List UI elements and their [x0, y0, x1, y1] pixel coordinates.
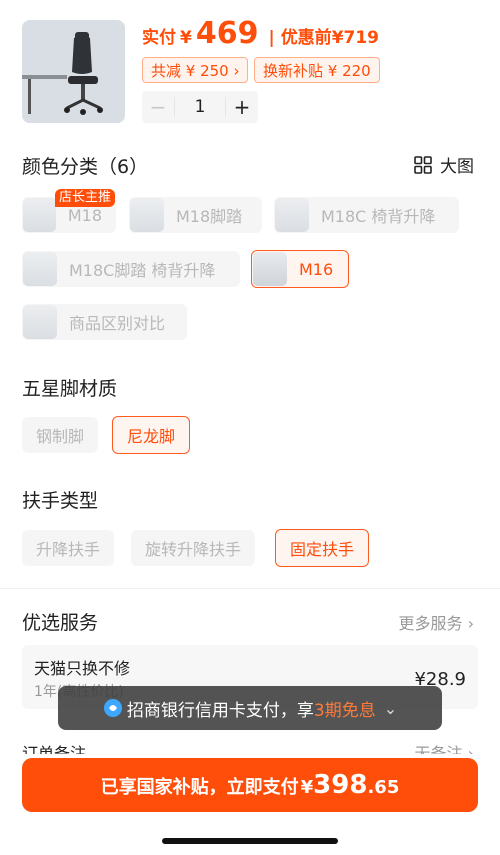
option-label: M16	[299, 259, 334, 279]
quantity-value[interactable]: 1	[174, 97, 226, 117]
store-recommend-badge: 店长主推	[55, 189, 116, 207]
option-label: M18C 椅背升降	[321, 207, 436, 226]
pay-button-label: 已享国家补贴，立即支付	[100, 777, 299, 798]
sku-selector-sheet: 实付 ¥ 469 | 优惠前 ¥719 共减 ¥ 250 › 换新补贴 ¥ 22…	[0, 0, 500, 855]
base-option-selected[interactable]: 尼龙脚	[112, 416, 191, 454]
trade-in-subsidy-text: 换新补贴 ¥ 220	[263, 61, 371, 80]
option-thumbnail	[275, 198, 309, 232]
original-price: ¥719	[331, 28, 380, 48]
armrest-option[interactable]: 升降扶手	[22, 530, 115, 566]
final-price: 469	[195, 16, 259, 51]
order-note-value[interactable]: 无备注 ›	[415, 740, 475, 754]
option-thumbnail	[253, 252, 287, 286]
bank-logo-icon	[103, 699, 122, 717]
color-section-title: 颜色分类（6）	[22, 156, 149, 178]
home-indicator	[162, 838, 338, 844]
chevron-down-icon: ⌄	[383, 698, 398, 718]
color-option-selected[interactable]: M16	[251, 250, 349, 288]
large-image-toggle[interactable]: 大图	[414, 152, 474, 177]
option-label: M18脚踏	[176, 207, 243, 226]
more-services-link[interactable]: 更多服务 ›	[399, 610, 475, 634]
price-summary: 实付 ¥ 469 | 优惠前 ¥719	[142, 16, 379, 56]
option-label: M18	[67, 205, 102, 225]
option-label: M18C脚踏 椅背升降	[69, 261, 216, 280]
total-discount-text: 共减 ¥ 250 ›	[151, 61, 240, 80]
option-label: 升降扶手	[36, 540, 101, 559]
pay-amount-dec: .65	[367, 777, 400, 798]
option-thumbnail	[23, 252, 57, 286]
trade-in-subsidy-chip[interactable]: 换新补贴 ¥ 220	[254, 57, 380, 83]
option-thumbnail	[23, 198, 56, 232]
large-image-label: 大图	[440, 157, 474, 177]
pay-currency: ¥	[300, 777, 314, 798]
increase-button[interactable]: +	[226, 95, 258, 119]
pay-amount-int: 398	[313, 770, 368, 800]
toast-text: 招商银行信用卡支付，享	[126, 700, 314, 721]
original-price-label: 优惠前	[280, 28, 332, 48]
price-separator: |	[268, 28, 275, 48]
installment-toast[interactable]: 招商银行信用卡支付，享 3期免息 ⌄	[58, 686, 442, 730]
base-section-title: 五星脚材质	[22, 378, 118, 400]
color-option[interactable]: M18C 椅背升降	[274, 197, 459, 233]
price-label: 实付	[142, 28, 176, 48]
product-thumbnail	[22, 20, 125, 123]
option-thumbnail	[23, 305, 57, 339]
toast-highlight: 3期免息	[313, 700, 376, 721]
option-label: 旋转升降扶手	[145, 540, 242, 559]
service-title: 天猫只换不修	[34, 659, 131, 678]
color-option[interactable]: M18脚踏	[129, 197, 262, 233]
section-divider	[0, 588, 500, 589]
currency-symbol: ¥	[180, 28, 192, 48]
grid-icon	[414, 155, 432, 174]
total-discount-chip[interactable]: 共减 ¥ 250 ›	[142, 57, 249, 83]
armrest-option[interactable]: 旋转升降扶手	[131, 530, 256, 566]
office-chair-image	[22, 20, 125, 123]
base-option[interactable]: 钢制脚	[22, 417, 99, 453]
color-option[interactable]: M18C脚踏 椅背升降	[22, 251, 240, 287]
option-thumbnail	[130, 198, 164, 232]
option-label: 固定扶手	[290, 540, 355, 559]
order-note-label: 订单备注	[22, 744, 87, 754]
option-label: 尼龙脚	[127, 427, 176, 446]
pay-now-button[interactable]: 已享国家补贴，立即支付 ¥ 398 .65	[22, 758, 478, 812]
armrest-section-title: 扶手类型	[22, 490, 99, 512]
services-title: 优选服务	[22, 612, 99, 634]
option-label: 钢制脚	[36, 427, 85, 446]
option-label: 商品区别对比	[69, 314, 166, 333]
quantity-stepper: − 1 +	[142, 91, 258, 123]
armrest-option-selected[interactable]: 固定扶手	[275, 529, 370, 567]
decrease-button[interactable]: −	[142, 95, 174, 119]
compare-option[interactable]: 商品区别对比	[22, 304, 187, 340]
